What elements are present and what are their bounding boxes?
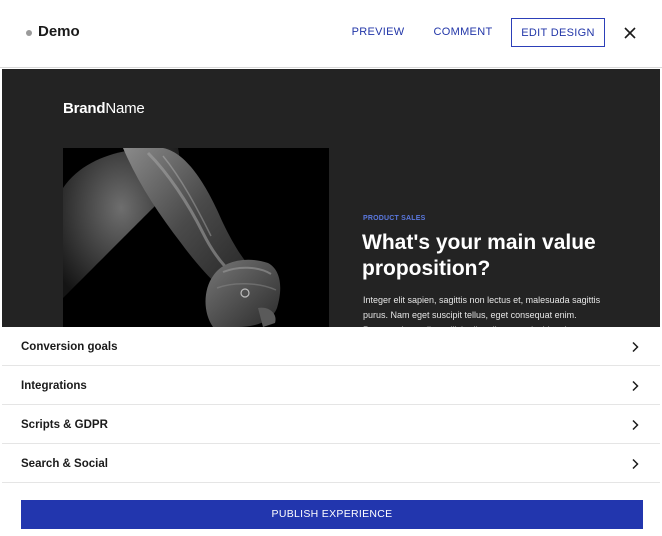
page-title: Demo <box>38 23 80 40</box>
hero-image <box>63 148 329 327</box>
hero-body-text: Integer elit sapien, sagittis non lectus… <box>363 295 601 327</box>
brand-logo-regular: Name <box>105 100 145 117</box>
settings-item-scripts-gdpr[interactable]: Scripts & GDPR <box>2 405 660 444</box>
eyebrow-label: PRODUCT SALES <box>363 215 426 222</box>
settings-item-label: Scripts & GDPR <box>21 419 108 431</box>
top-bar: Demo PREVIEW COMMENT EDIT DESIGN <box>0 0 662 68</box>
chevron-right-icon <box>630 418 640 431</box>
hero-headline: What's your main value proposition? <box>362 231 596 280</box>
chevron-right-icon <box>630 340 640 353</box>
chevron-right-icon <box>630 457 640 470</box>
close-icon[interactable] <box>620 23 640 43</box>
publish-experience-button[interactable]: PUBLISH EXPERIENCE <box>21 500 643 529</box>
settings-item-conversion-goals[interactable]: Conversion goals <box>2 327 660 366</box>
settings-item-label: Search & Social <box>21 458 108 470</box>
settings-item-label: Integrations <box>21 380 87 392</box>
settings-item-integrations[interactable]: Integrations <box>2 366 660 405</box>
settings-list: Conversion goals Integrations Scripts & … <box>2 327 660 483</box>
settings-item-label: Conversion goals <box>21 341 118 353</box>
edit-design-button[interactable]: EDIT DESIGN <box>511 18 605 47</box>
chevron-right-icon <box>630 379 640 392</box>
brand-logo-bold: Brand <box>63 100 106 117</box>
status-dot-icon <box>26 30 32 36</box>
settings-item-search-social[interactable]: Search & Social <box>2 444 660 483</box>
brand-logo: BrandName <box>63 100 145 117</box>
comment-button[interactable]: COMMENT <box>432 18 494 47</box>
page-preview: BrandName PRODUCT SALES What's your main… <box>2 69 660 327</box>
preview-button[interactable]: PREVIEW <box>350 18 406 47</box>
